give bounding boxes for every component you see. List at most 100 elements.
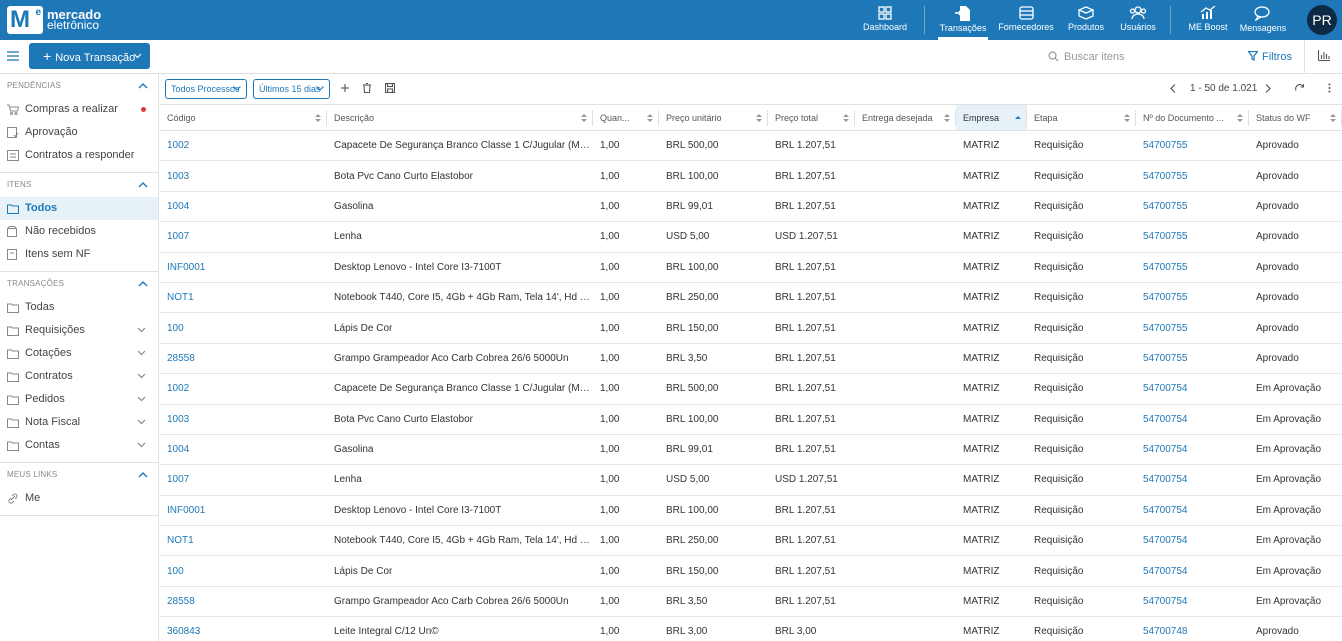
- section-title[interactable]: PENDÊNCIAS: [0, 74, 158, 98]
- table-row[interactable]: NOT1 Notebook T440, Core I5, 4Gb + 4Gb Ra…: [160, 282, 1342, 314]
- column-header-preco-unitario[interactable]: Preço unitário: [659, 104, 768, 131]
- table-row[interactable]: 1003 Bota Pvc Cano Curto Elastobor 1,00 BRL…: [160, 160, 1342, 192]
- sidebar-item-contratos-responder[interactable]: Contratos a responder: [0, 144, 158, 167]
- cell-codigo[interactable]: 1007: [160, 464, 327, 496]
- sidebar-item-aprovacao[interactable]: Aprovação: [0, 121, 158, 144]
- add-icon[interactable]: [340, 83, 350, 93]
- nav-mensagens[interactable]: Mensagens: [1238, 0, 1288, 40]
- table-row[interactable]: 1003 Bota Pvc Cano Curto Elastobor 1,00 BRL…: [160, 404, 1342, 435]
- cell-numero-documento[interactable]: 54700755: [1136, 221, 1249, 253]
- user-avatar[interactable]: PR: [1307, 5, 1337, 35]
- sidebar-item-pedidos[interactable]: Pedidos: [0, 388, 158, 411]
- column-header-entrega-desejada[interactable]: Entrega desejada: [855, 104, 956, 131]
- cell-codigo[interactable]: NOT1: [160, 525, 327, 557]
- more-vertical-icon[interactable]: [1328, 83, 1331, 93]
- cell-numero-documento[interactable]: 54700754: [1136, 373, 1249, 405]
- column-header-numero-documento[interactable]: Nº do Documento ...: [1136, 104, 1249, 131]
- cell-numero-documento[interactable]: 54700754: [1136, 525, 1249, 557]
- table-row[interactable]: 1007 Lenha 1,00 USD 5,00 USD 1.207,51 MATRIZ R…: [160, 464, 1342, 496]
- menu-icon[interactable]: [7, 51, 19, 61]
- column-header-quantidade[interactable]: Quan...: [593, 104, 659, 131]
- table-row[interactable]: 28558 Grampo Grampeador Aco Carb Cobrea 2…: [160, 586, 1342, 618]
- cell-codigo[interactable]: INF0001: [160, 495, 327, 527]
- sidebar-item-todas[interactable]: Todas: [0, 296, 158, 319]
- chevron-right-icon[interactable]: [1265, 84, 1271, 93]
- table-row[interactable]: 1002 Capacete De Segurança Branco Classe …: [160, 373, 1342, 405]
- column-header-empresa[interactable]: Empresa: [956, 104, 1027, 131]
- cell-codigo[interactable]: 1002: [160, 130, 327, 162]
- cell-codigo[interactable]: 28558: [160, 586, 327, 618]
- column-header-codigo[interactable]: Código: [160, 104, 327, 131]
- cell-numero-documento[interactable]: 54700754: [1136, 434, 1249, 466]
- sidebar-item-contratos[interactable]: Contratos: [0, 365, 158, 388]
- sidebar-item-todos[interactable]: Todos: [0, 197, 158, 220]
- sidebar-item-cotacoes[interactable]: Cotações: [0, 342, 158, 365]
- nav-usuarios[interactable]: Usuários: [1116, 0, 1160, 40]
- save-icon[interactable]: [385, 83, 395, 93]
- column-header-descricao[interactable]: Descrição: [327, 104, 593, 131]
- sidebar-item-compras[interactable]: Compras a realizar: [0, 98, 158, 121]
- cell-codigo[interactable]: 100: [160, 312, 327, 344]
- nav-fornecedores[interactable]: Fornecedores: [998, 0, 1054, 40]
- brand-logo[interactable]: M e mercado eletrônico: [7, 6, 101, 34]
- nav-me-boost[interactable]: ME Boost: [1184, 0, 1232, 40]
- process-filter-select[interactable]: Todos Processos: [165, 79, 247, 99]
- table-row[interactable]: 100 Lápis De Cor 1,00 BRL 150,00 BRL 1.207,5…: [160, 312, 1342, 344]
- cell-numero-documento[interactable]: 54700755: [1136, 191, 1249, 223]
- sidebar-item-nao-recebidos[interactable]: Não recebidos: [0, 220, 158, 243]
- table-row[interactable]: 100 Lápis De Cor 1,00 BRL 150,00 BRL 1.207,5…: [160, 555, 1342, 587]
- cell-codigo[interactable]: INF0001: [160, 252, 327, 283]
- table-row[interactable]: 1004 Gasolina 1,00 BRL 99,01 BRL 1.207,51 MAT…: [160, 191, 1342, 223]
- cell-numero-documento[interactable]: 54700755: [1136, 282, 1249, 314]
- cell-codigo[interactable]: 1004: [160, 434, 327, 466]
- period-filter-select[interactable]: Últimos 15 dias: [253, 79, 330, 99]
- cell-codigo[interactable]: 100: [160, 555, 327, 587]
- table-row[interactable]: NOT1 Notebook T440, Core I5, 4Gb + 4Gb Ra…: [160, 525, 1342, 557]
- trash-icon[interactable]: [362, 83, 372, 93]
- table-row[interactable]: 28558 Grampo Grampeador Aco Carb Cobrea 2…: [160, 343, 1342, 375]
- cell-numero-documento[interactable]: 54700748: [1136, 616, 1249, 641]
- cell-codigo[interactable]: NOT1: [160, 282, 327, 314]
- sidebar-item-me[interactable]: Me: [0, 487, 158, 510]
- cell-codigo[interactable]: 1007: [160, 221, 327, 253]
- section-title[interactable]: ITENS: [0, 173, 158, 197]
- cell-numero-documento[interactable]: 54700754: [1136, 404, 1249, 435]
- nav-dashboard[interactable]: Dashboard: [858, 0, 912, 40]
- cell-numero-documento[interactable]: 54700755: [1136, 343, 1249, 375]
- bar-chart-icon[interactable]: [1318, 50, 1330, 61]
- table-row[interactable]: 1007 Lenha 1,00 USD 5,00 USD 1.207,51 MATRIZ R…: [160, 221, 1342, 253]
- table-row[interactable]: 1004 Gasolina 1,00 BRL 99,01 BRL 1.207,51 MAT…: [160, 434, 1342, 466]
- column-header-preco-total[interactable]: Preço total: [768, 104, 855, 131]
- sidebar-item-requisicoes[interactable]: Requisições: [0, 319, 158, 342]
- table-row[interactable]: INF0001 Desktop Lenovo - Intel Core I3-71…: [160, 495, 1342, 527]
- filters-button[interactable]: Filtros: [1248, 45, 1292, 69]
- cell-codigo[interactable]: 360843: [160, 616, 327, 641]
- sidebar-item-itens-sem-nf[interactable]: Itens sem NF: [0, 243, 158, 266]
- cell-numero-documento[interactable]: 54700754: [1136, 555, 1249, 587]
- cell-codigo[interactable]: 1003: [160, 404, 327, 435]
- cell-numero-documento[interactable]: 54700755: [1136, 130, 1249, 162]
- table-row[interactable]: INF0001 Desktop Lenovo - Intel Core I3-71…: [160, 252, 1342, 283]
- cell-codigo[interactable]: 28558: [160, 343, 327, 375]
- column-header-etapa[interactable]: Etapa: [1027, 104, 1136, 131]
- cell-numero-documento[interactable]: 54700754: [1136, 464, 1249, 496]
- cell-codigo[interactable]: 1002: [160, 373, 327, 405]
- column-header-status-wf[interactable]: Status do WF: [1249, 104, 1342, 131]
- search-input[interactable]: Buscar itens: [1040, 45, 1240, 69]
- cell-codigo[interactable]: 1004: [160, 191, 327, 223]
- chevron-left-icon[interactable]: [1170, 84, 1176, 93]
- table-row[interactable]: 360843 Leite Integral C/12 Un© 1,00 BRL 3,0…: [160, 616, 1342, 641]
- cell-numero-documento[interactable]: 54700755: [1136, 252, 1249, 283]
- nav-produtos[interactable]: Produtos: [1062, 0, 1110, 40]
- cell-numero-documento[interactable]: 54700754: [1136, 586, 1249, 618]
- sidebar-item-contas[interactable]: Contas: [0, 434, 158, 457]
- cell-numero-documento[interactable]: 54700755: [1136, 312, 1249, 344]
- cell-numero-documento[interactable]: 54700754: [1136, 495, 1249, 527]
- table-row[interactable]: 1002 Capacete De Segurança Branco Classe …: [160, 130, 1342, 162]
- sidebar-item-nota-fiscal[interactable]: Nota Fiscal: [0, 411, 158, 434]
- new-transaction-button[interactable]: + Nova Transação: [29, 43, 150, 69]
- refresh-icon[interactable]: [1294, 83, 1305, 94]
- cell-codigo[interactable]: 1003: [160, 160, 327, 192]
- cell-numero-documento[interactable]: 54700755: [1136, 160, 1249, 192]
- section-title[interactable]: TRANSAÇÕES: [0, 272, 158, 296]
